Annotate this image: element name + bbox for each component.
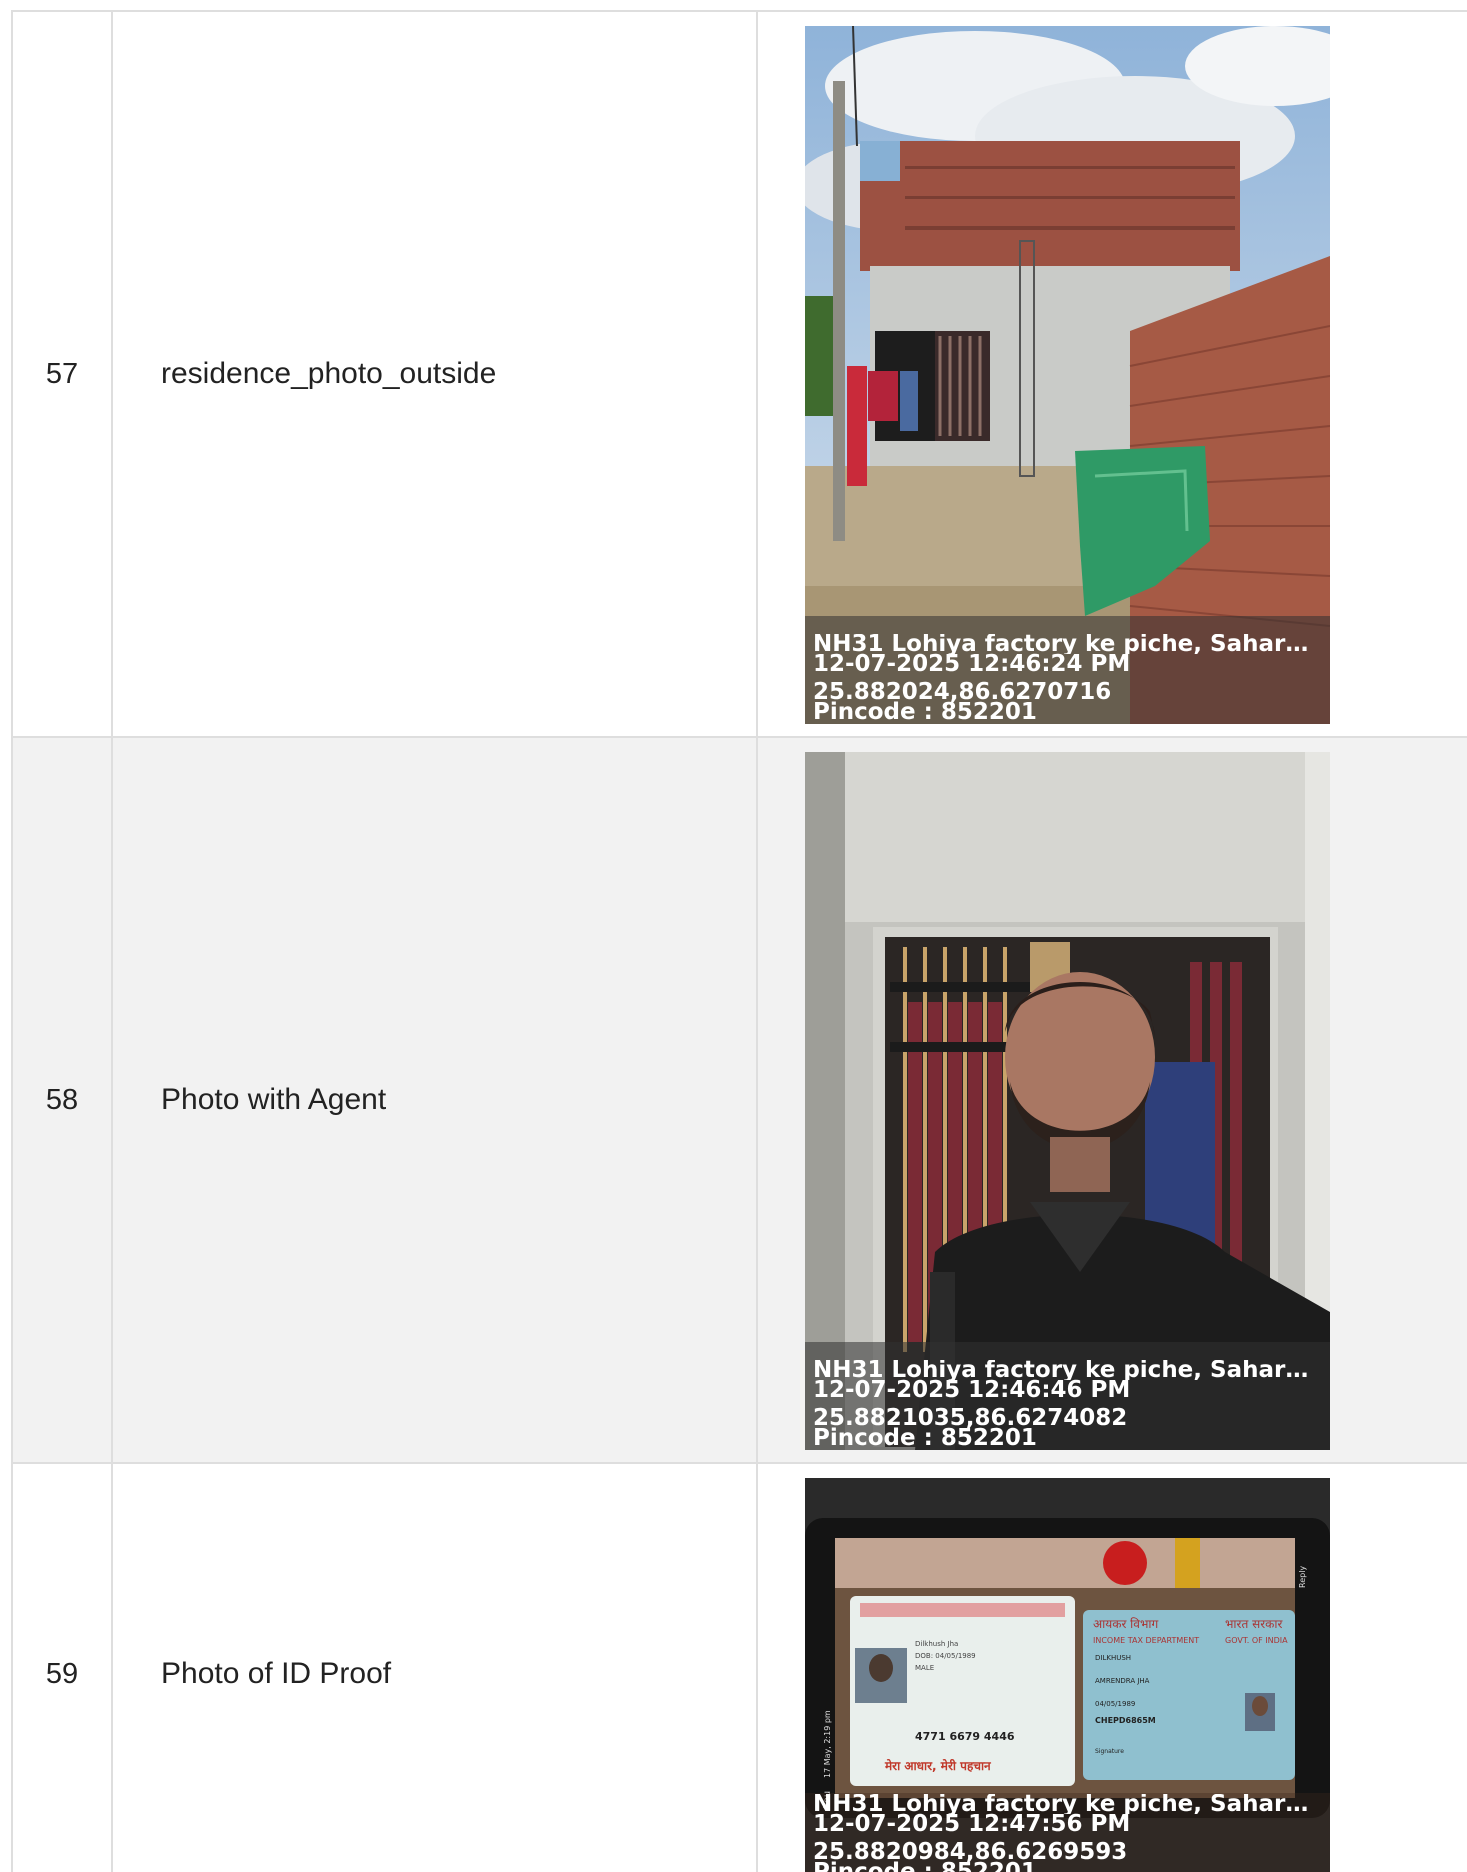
row-label: Photo with Agent (111, 736, 758, 1464)
residence-photo-image (805, 26, 1330, 724)
pan-govt-text: GOVT. OF INDIA (1225, 1636, 1288, 1645)
photo-cell: Dilkhush Jha DOB: 04/05/1989 MALE 4771 6… (756, 1462, 1467, 1872)
row-number: 57 (11, 10, 113, 738)
table-row: 58 Photo with Agent NH31 Lohiya factory … (11, 736, 1467, 1464)
geo-stamp: NH31 Lohiya factory ke piche, Saharsa, .… (805, 1352, 1330, 1450)
verification-photo-table: 57 residence_photo_outside NH31 Lohiya f… (11, 10, 1467, 1872)
stamp-pincode: Pincode : 852201 (813, 699, 1037, 724)
pan-number-text: CHEPD6865M (1095, 1716, 1156, 1725)
pan-name-text: DILKHUSH (1095, 1654, 1131, 1662)
svg-text:MALE: MALE (915, 1664, 934, 1672)
document-page: 57 residence_photo_outside NH31 Lohiya f… (0, 0, 1467, 1872)
row-number: 58 (11, 736, 113, 1464)
pan-signature-text: Signature (1095, 1748, 1124, 1755)
pan-dept-text: INCOME TAX DEPARTMENT (1093, 1636, 1199, 1645)
pan-govt-hindi-text: भारत सरकार (1225, 1617, 1283, 1631)
residence-photo[interactable]: NH31 Lohiya factory ke piche, Saharsa, .… (805, 26, 1330, 724)
phone-side-reply-text: Reply (1298, 1566, 1307, 1588)
svg-text:DOB: 04/05/1989: DOB: 04/05/1989 (915, 1652, 976, 1660)
aadhaar-tagline-text: मेरा आधार, मेरी पहचान (884, 1759, 992, 1773)
row-label: residence_photo_outside (111, 10, 758, 738)
table-row: 57 residence_photo_outside NH31 Lohiya f… (11, 10, 1467, 738)
stamp-timestamp: 12-07-2025 12:46:24 PM (813, 651, 1131, 677)
id-proof-photo[interactable]: Dilkhush Jha DOB: 04/05/1989 MALE 4771 6… (805, 1478, 1330, 1872)
stamp-timestamp: 12-07-2025 12:46:46 PM (813, 1377, 1131, 1403)
row-number: 59 (11, 1462, 113, 1872)
geo-stamp: NH31 Lohiya factory ke piche, Saharsa, .… (805, 1786, 1330, 1872)
aadhaar-number-text: 4771 6679 4446 (915, 1730, 1015, 1743)
stamp-timestamp: 12-07-2025 12:47:56 PM (813, 1811, 1131, 1837)
row-label: Photo of ID Proof (111, 1462, 758, 1872)
stamp-pincode: Pincode : 852201 (813, 1425, 1037, 1450)
geo-stamp: NH31 Lohiya factory ke piche, Saharsa, .… (805, 626, 1330, 724)
pan-dept-hindi-text: आयकर विभाग (1093, 1617, 1158, 1631)
agent-photo-image (805, 752, 1330, 1450)
svg-text:Dilkhush Jha: Dilkhush Jha (915, 1640, 958, 1648)
pan-dob-text: 04/05/1989 (1095, 1700, 1135, 1708)
pan-father-text: AMRENDRA JHA (1095, 1677, 1150, 1685)
table-row: 59 Photo of ID Proof Dilkhush Jha DOB: 0… (11, 1462, 1467, 1872)
photo-cell: NH31 Lohiya factory ke piche, Saharsa, .… (756, 10, 1467, 738)
phone-side-time-text: 17 May, 2:19 pm (823, 1710, 832, 1778)
photo-cell: NH31 Lohiya factory ke piche, Saharsa, .… (756, 736, 1467, 1464)
agent-photo[interactable]: NH31 Lohiya factory ke piche, Saharsa, .… (805, 752, 1330, 1450)
